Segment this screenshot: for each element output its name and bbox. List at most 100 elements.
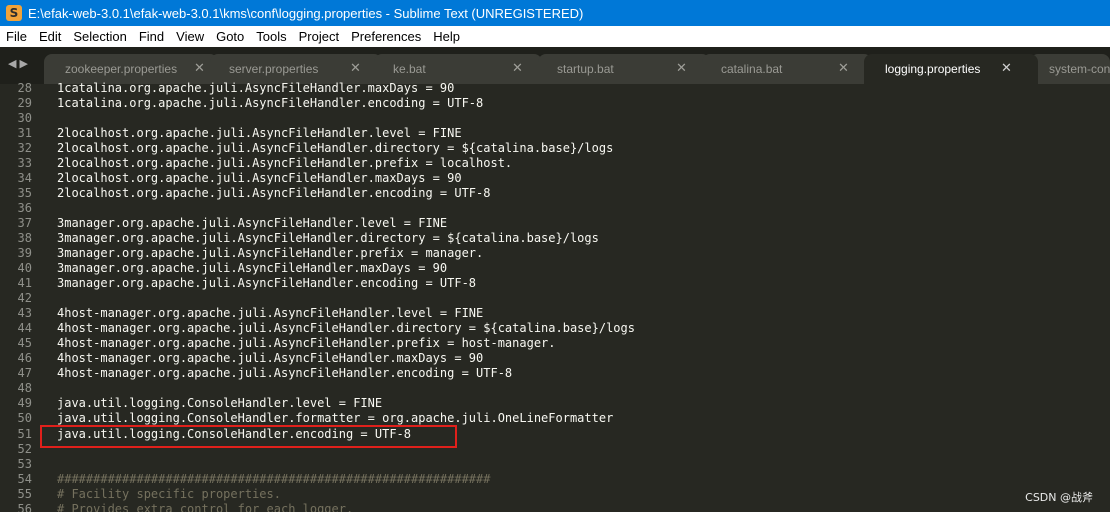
menu-preferences[interactable]: Preferences	[345, 26, 427, 47]
line-number: 41	[17, 276, 32, 290]
line-number: 47	[17, 366, 32, 380]
code-line: 37 3manager.org.apache.juli.AsyncFileHand…	[0, 216, 1110, 231]
code-text: java.util.logging.ConsoleHandler.formatt…	[57, 411, 614, 425]
tab-label: zookeeper.properties	[65, 62, 178, 76]
line-number: 35	[17, 186, 32, 200]
line-number: 55	[17, 487, 32, 501]
line-number: 56	[17, 502, 32, 512]
sublime-text-icon: S	[6, 5, 22, 21]
code-line: 56 # Provides extra control for each logg…	[0, 502, 1110, 512]
code-line: 44 4host-manager.org.apache.juli.AsyncFil…	[0, 321, 1110, 336]
line-number: 28	[17, 81, 32, 95]
highlight-annotation-box	[40, 425, 457, 448]
code-line: 40 3manager.org.apache.juli.AsyncFileHand…	[0, 261, 1110, 276]
tab-label: logging.properties	[885, 62, 981, 76]
line-number: 43	[17, 306, 32, 320]
code-line: 55 # Facility specific properties.	[0, 487, 1110, 502]
code-line: 47 4host-manager.org.apache.juli.AsyncFil…	[0, 366, 1110, 381]
code-text: 2localhost.org.apache.juli.AsyncFileHand…	[57, 186, 491, 200]
tab-nav-arrows-icon[interactable]: ◀▶	[8, 57, 31, 70]
line-number: 44	[17, 321, 32, 335]
tab-zookeeper-properties[interactable]: zookeeper.properties ✕	[44, 54, 218, 84]
code-text: 4host-manager.org.apache.juli.AsyncFileH…	[57, 306, 484, 320]
code-line: 41 3manager.org.apache.juli.AsyncFileHand…	[0, 276, 1110, 291]
code-line: 35 2localhost.org.apache.juli.AsyncFileHa…	[0, 186, 1110, 201]
line-number: 42	[17, 291, 32, 305]
code-comment: ########################################…	[57, 472, 491, 486]
tab-logging-properties[interactable]: logging.properties ✕	[864, 54, 1038, 84]
line-number: 38	[17, 231, 32, 245]
code-editor[interactable]: 28 1catalina.org.apache.juli.AsyncFileHan…	[0, 81, 1110, 512]
code-line: 34 2localhost.org.apache.juli.AsyncFileHa…	[0, 171, 1110, 186]
code-line: 49 java.util.logging.ConsoleHandler.level…	[0, 396, 1110, 411]
tab-startup-bat[interactable]: startup.bat ✕	[538, 54, 710, 84]
close-icon[interactable]: ✕	[350, 54, 361, 84]
tab-catalina-bat[interactable]: catalina.bat ✕	[702, 54, 872, 84]
line-number: 48	[17, 381, 32, 395]
tab-system-config[interactable]: system-config	[1030, 54, 1110, 84]
line-number: 31	[17, 126, 32, 140]
code-line: 29 1catalina.org.apache.juli.AsyncFileHan…	[0, 96, 1110, 111]
close-icon[interactable]: ✕	[512, 54, 523, 84]
line-number: 52	[17, 442, 32, 456]
line-number: 34	[17, 171, 32, 185]
code-text: 3manager.org.apache.juli.AsyncFileHandle…	[57, 246, 484, 260]
line-number: 40	[17, 261, 32, 275]
code-text: 2localhost.org.apache.juli.AsyncFileHand…	[57, 156, 513, 170]
tab-server-properties[interactable]: server.properties ✕	[210, 54, 382, 84]
line-number: 36	[17, 201, 32, 215]
code-line: 42	[0, 291, 1110, 306]
close-icon[interactable]: ✕	[1001, 54, 1012, 84]
menu-bar: File Edit Selection Find View Goto Tools…	[0, 26, 1110, 47]
code-text: 4host-manager.org.apache.juli.AsyncFileH…	[57, 336, 556, 350]
menu-project[interactable]: Project	[293, 26, 345, 47]
code-line: 46 4host-manager.org.apache.juli.AsyncFil…	[0, 351, 1110, 366]
close-icon[interactable]: ✕	[838, 54, 849, 84]
code-text: 2localhost.org.apache.juli.AsyncFileHand…	[57, 171, 462, 185]
menu-help[interactable]: Help	[427, 26, 466, 47]
line-number: 49	[17, 396, 32, 410]
code-line: 53	[0, 457, 1110, 472]
tab-label: system-config	[1049, 62, 1110, 76]
menu-tools[interactable]: Tools	[250, 26, 292, 47]
line-number: 53	[17, 457, 32, 471]
menu-file[interactable]: File	[0, 26, 33, 47]
code-line: 31 2localhost.org.apache.juli.AsyncFileHa…	[0, 126, 1110, 141]
menu-selection[interactable]: Selection	[67, 26, 132, 47]
code-line: 50 java.util.logging.ConsoleHandler.forma…	[0, 411, 1110, 426]
menu-view[interactable]: View	[170, 26, 210, 47]
menu-goto[interactable]: Goto	[210, 26, 250, 47]
code-line: 54 ######################################…	[0, 472, 1110, 487]
line-number: 29	[17, 96, 32, 110]
code-text: 3manager.org.apache.juli.AsyncFileHandle…	[57, 261, 448, 275]
code-text: java.util.logging.ConsoleHandler.level =…	[57, 396, 383, 410]
code-line: 48	[0, 381, 1110, 396]
code-comment: # Facility specific properties.	[57, 487, 281, 501]
tab-label: catalina.bat	[721, 62, 783, 76]
title-bar: S E:\efak-web-3.0.1\efak-web-3.0.1\kms\c…	[0, 0, 1110, 26]
code-line: 39 3manager.org.apache.juli.AsyncFileHand…	[0, 246, 1110, 261]
tab-bar: ◀▶ zookeeper.properties ✕ server.propert…	[0, 47, 1110, 84]
menu-edit[interactable]: Edit	[33, 26, 67, 47]
code-text: 1catalina.org.apache.juli.AsyncFileHandl…	[57, 96, 484, 110]
code-text: 2localhost.org.apache.juli.AsyncFileHand…	[57, 141, 614, 155]
code-line: 33 2localhost.org.apache.juli.AsyncFileHa…	[0, 156, 1110, 171]
code-line: 36	[0, 201, 1110, 216]
tab-label: startup.bat	[557, 62, 614, 76]
tab-label: server.properties	[229, 62, 319, 76]
line-number: 32	[17, 141, 32, 155]
line-number: 50	[17, 411, 32, 425]
code-text: 3manager.org.apache.juli.AsyncFileHandle…	[57, 216, 448, 230]
line-number: 33	[17, 156, 32, 170]
line-number: 46	[17, 351, 32, 365]
line-number: 45	[17, 336, 32, 350]
close-icon[interactable]: ✕	[676, 54, 687, 84]
code-line: 45 4host-manager.org.apache.juli.AsyncFil…	[0, 336, 1110, 351]
line-number: 37	[17, 216, 32, 230]
line-number: 30	[17, 111, 32, 125]
code-text: 4host-manager.org.apache.juli.AsyncFileH…	[57, 351, 484, 365]
menu-find[interactable]: Find	[133, 26, 170, 47]
close-icon[interactable]: ✕	[194, 54, 205, 84]
code-line: 28 1catalina.org.apache.juli.AsyncFileHan…	[0, 81, 1110, 96]
tab-ke-bat[interactable]: ke.bat ✕	[374, 54, 542, 84]
